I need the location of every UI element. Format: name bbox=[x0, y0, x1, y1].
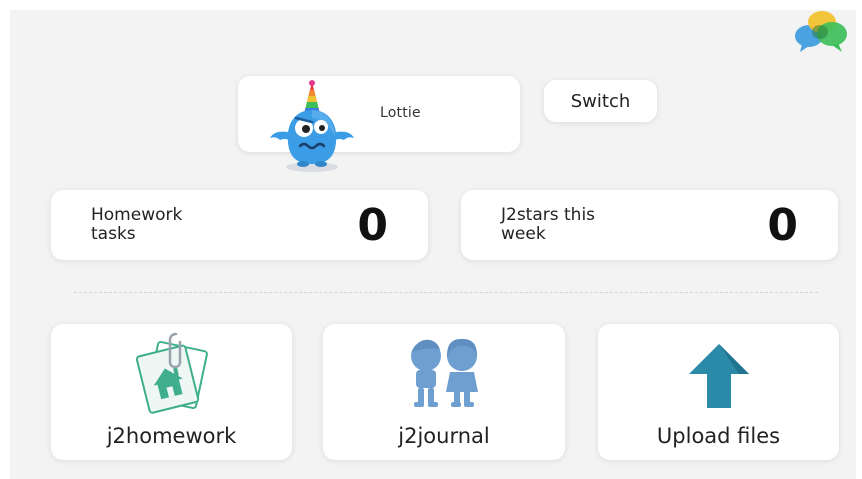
homework-tasks-label: Homework tasks bbox=[91, 205, 183, 244]
switch-user-button[interactable]: Switch bbox=[544, 80, 657, 122]
j2journal-label: j2journal bbox=[398, 424, 490, 448]
upload-arrow-icon bbox=[679, 332, 759, 418]
upload-files-tile[interactable]: Upload files bbox=[598, 324, 839, 460]
j2homework-label: j2homework bbox=[106, 424, 237, 448]
j2stars-count: 0 bbox=[767, 200, 798, 251]
j2stars-card[interactable]: J2stars this week 0 bbox=[461, 190, 838, 260]
blue-monster-avatar-icon bbox=[266, 80, 358, 174]
homework-tasks-count: 0 bbox=[357, 200, 388, 251]
section-divider bbox=[74, 292, 818, 293]
j2homework-tile[interactable]: j2homework bbox=[51, 324, 292, 460]
homework-tasks-card[interactable]: Homework tasks 0 bbox=[51, 190, 428, 260]
chat-bubbles-logo-icon[interactable] bbox=[792, 8, 852, 56]
two-people-icon bbox=[404, 332, 484, 418]
j2stars-label: J2stars this week bbox=[501, 205, 596, 244]
user-name: Lottie bbox=[380, 105, 421, 121]
j2journal-tile[interactable]: j2journal bbox=[323, 324, 565, 460]
homework-tag-icon bbox=[132, 332, 212, 418]
upload-files-label: Upload files bbox=[656, 424, 781, 448]
